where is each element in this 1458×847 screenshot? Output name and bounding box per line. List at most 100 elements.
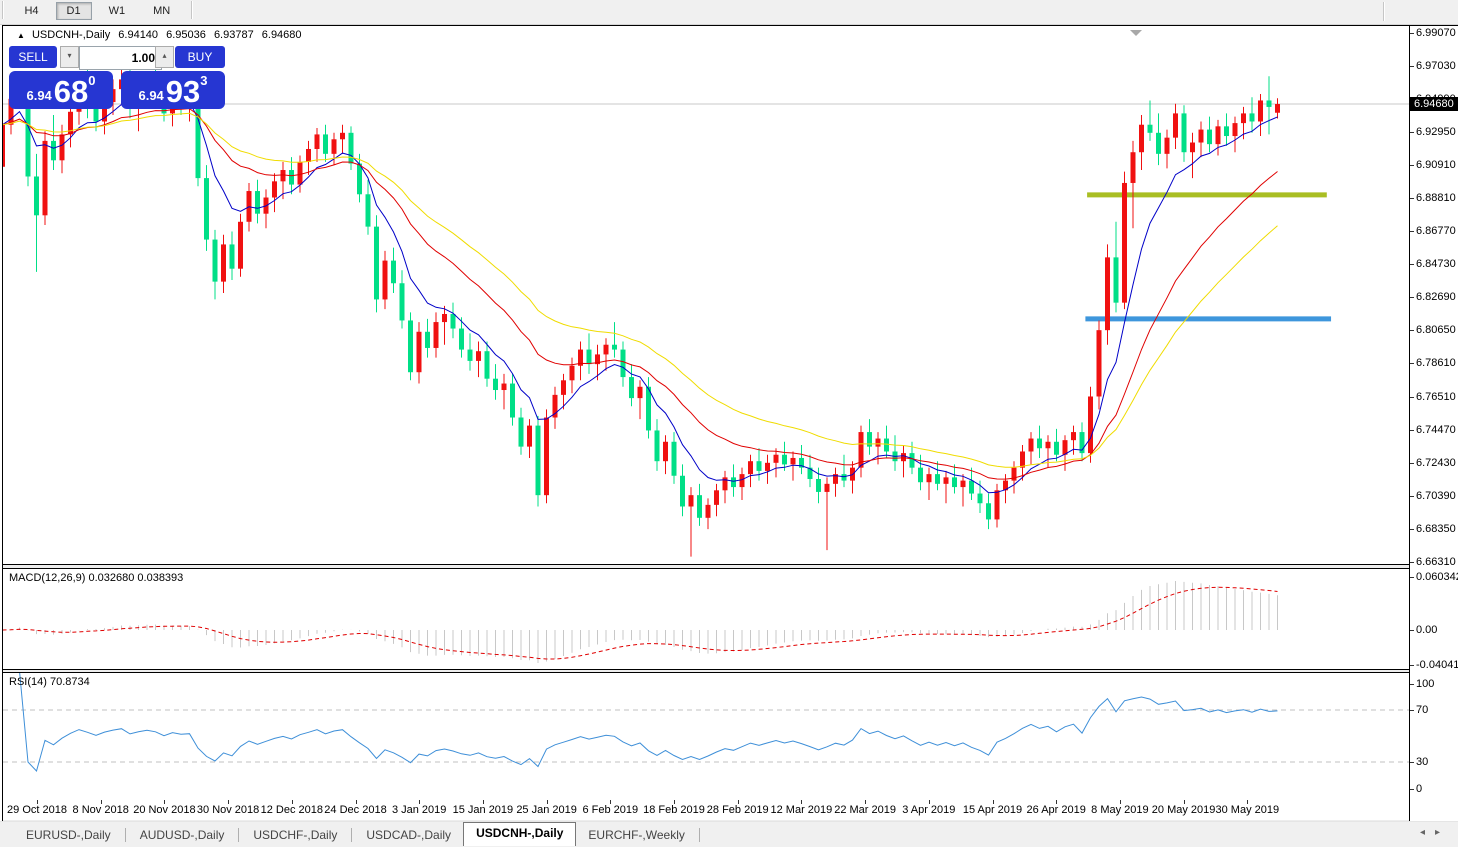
price-axis-label: 6.66310	[1416, 556, 1456, 569]
chart-title: ▲ USDCNH-,Daily 6.94140 6.95036 6.93787 …	[17, 29, 302, 41]
date-label: 18 Feb 2019	[643, 804, 705, 816]
tab-usdchf-daily[interactable]: USDCHF-,Daily	[241, 825, 349, 845]
macd-axis-label: 0.060342	[1416, 571, 1458, 584]
tab-usdcad-daily[interactable]: USDCAD-,Daily	[354, 825, 463, 845]
volume-decrease-spinner[interactable]: ▾	[60, 46, 79, 68]
timeframe-button-mn[interactable]: MN	[142, 2, 181, 20]
date-label: 28 Feb 2019	[707, 804, 769, 816]
rsi-axis-label: 30	[1416, 756, 1428, 769]
date-label: 15 Apr 2019	[963, 804, 1022, 816]
date-label: 8 May 2019	[1091, 804, 1148, 816]
buy-price-sup: 3	[200, 73, 207, 88]
date-label: 15 Jan 2019	[453, 804, 514, 816]
buy-price-box[interactable]: 6.94 93 3	[121, 71, 225, 109]
price-axis-label: 6.97030	[1416, 60, 1456, 73]
date-label: 3 Jan 2019	[392, 804, 446, 816]
date-label: 12 Mar 2019	[771, 804, 833, 816]
toolbar-separator	[191, 1, 193, 19]
tab-separator	[238, 828, 239, 842]
tab-scroll-left-icon[interactable]: ◂	[1420, 827, 1435, 838]
ohlc-close: 6.94680	[262, 29, 302, 41]
chart-tabbar: EURUSD-,DailyAUDUSD-,DailyUSDCHF-,DailyU…	[0, 821, 1458, 847]
toolbar-separator	[1383, 2, 1385, 21]
date-label: 3 Apr 2019	[902, 804, 955, 816]
price-axis-label: 6.86770	[1416, 225, 1456, 238]
ohlc-high: 6.95036	[166, 29, 206, 41]
tab-scroll-arrows: ◂▸	[1420, 827, 1450, 838]
sell-price-prefix: 6.94	[26, 88, 51, 103]
macd-axis-label: 0.00	[1416, 624, 1437, 637]
ohlc-open: 6.94140	[118, 29, 158, 41]
price-axis-label-tick	[1410, 231, 1414, 232]
macd-title: MACD(12,26,9) 0.032680 0.038393	[9, 572, 183, 584]
sell-button[interactable]: SELL	[9, 46, 57, 68]
price-axis-label: 6.80650	[1416, 324, 1456, 337]
price-axis-label-tick	[1410, 529, 1414, 530]
timeframe-button-w1[interactable]: W1	[98, 2, 137, 20]
sell-price-box[interactable]: 6.94 68 0	[9, 71, 113, 109]
tab-eurusd-daily[interactable]: EURUSD-,Daily	[14, 825, 123, 845]
price-axis-label-tick	[1410, 132, 1414, 133]
macd-axis-label-tick	[1410, 665, 1414, 666]
date-label: 20 Nov 2018	[133, 804, 195, 816]
timeframe-button-d1[interactable]: D1	[56, 2, 92, 20]
price-axis-label-tick	[1410, 496, 1414, 497]
trade-controls-row: SELL ▾ ▴ BUY	[9, 46, 225, 68]
price-axis-label-tick	[1410, 363, 1414, 364]
macd-pane[interactable]: MACD(12,26,9) 0.032680 0.038393	[3, 568, 1409, 670]
macd-chart[interactable]	[3, 569, 1409, 667]
price-axis-label: 6.70390	[1416, 490, 1456, 503]
tab-separator	[125, 828, 126, 842]
price-axis-label-tick	[1410, 430, 1414, 431]
price-axis-label: 6.90910	[1416, 159, 1456, 172]
tab-audusd-daily[interactable]: AUDUSD-,Daily	[128, 825, 237, 845]
rsi-axis-label-tick	[1410, 684, 1414, 685]
price-axis-label-tick	[1410, 165, 1414, 166]
date-label: 12 Dec 2018	[261, 804, 323, 816]
price-axis-label: 6.68350	[1416, 523, 1456, 536]
timeframe-button-h4[interactable]: H4	[13, 2, 49, 20]
price-axis-label-tick	[1410, 297, 1414, 298]
date-label: 25 Jan 2019	[516, 804, 577, 816]
date-label: 30 Nov 2018	[197, 804, 259, 816]
date-label: 22 Mar 2019	[834, 804, 896, 816]
toolbar-separator	[2, 1, 4, 19]
buy-button[interactable]: BUY	[175, 46, 225, 68]
price-axis-label-tick	[1410, 562, 1414, 563]
date-label: 26 Apr 2019	[1027, 804, 1086, 816]
time-axis[interactable]: 29 Oct 2018 8 Nov 2018 20 Nov 201830 Nov 2…	[3, 800, 1409, 820]
main-chart-pane[interactable]: ▲ USDCNH-,Daily 6.94140 6.95036 6.93787 …	[3, 26, 1409, 565]
tab-eurchf-weekly[interactable]: EURCHF-,Weekly	[576, 825, 696, 845]
price-axis-label-tick	[1410, 33, 1414, 34]
ohlc-low: 6.93787	[214, 29, 254, 41]
price-axis-label-tick	[1410, 463, 1414, 464]
price-axis[interactable]: 6.94680 6.990706.970306.949906.929506.90…	[1409, 26, 1458, 821]
price-axis-label-tick	[1410, 330, 1414, 331]
volume-increase-spinner[interactable]: ▴	[155, 46, 174, 68]
sell-price-sup: 0	[88, 73, 95, 88]
price-axis-label: 6.82690	[1416, 291, 1456, 304]
collapse-triangle-icon[interactable]: ▲	[17, 31, 25, 40]
rsi-axis-label-tick	[1410, 789, 1414, 790]
date-label: 29 Oct 2018	[7, 804, 67, 816]
tab-usdcnh-daily[interactable]: USDCNH-,Daily	[463, 822, 576, 846]
rsi-axis-label-tick	[1410, 710, 1414, 711]
rsi-pane[interactable]: RSI(14) 70.8734	[3, 672, 1409, 802]
date-label: 8 Nov 2018	[73, 804, 129, 816]
current-price-tag: 6.94680	[1410, 97, 1458, 111]
price-axis-label: 6.99070	[1416, 27, 1456, 40]
date-label: 6 Feb 2019	[582, 804, 638, 816]
chart-symbol: USDCNH-,Daily	[32, 29, 110, 41]
date-label: 24 Dec 2018	[324, 804, 386, 816]
date-label: 20 May 2019	[1152, 804, 1216, 816]
macd-axis-label-tick	[1410, 577, 1414, 578]
tab-scroll-right-icon[interactable]: ▸	[1435, 827, 1450, 838]
price-axis-label-tick	[1410, 264, 1414, 265]
volume-input[interactable]	[79, 46, 162, 70]
buy-price-prefix: 6.94	[138, 88, 163, 103]
sell-price-big: 68	[54, 78, 88, 106]
price-axis-label-tick	[1410, 397, 1414, 398]
price-axis-label-tick	[1410, 198, 1414, 199]
price-axis-label-tick	[1410, 66, 1414, 67]
rsi-chart[interactable]	[3, 673, 1409, 799]
